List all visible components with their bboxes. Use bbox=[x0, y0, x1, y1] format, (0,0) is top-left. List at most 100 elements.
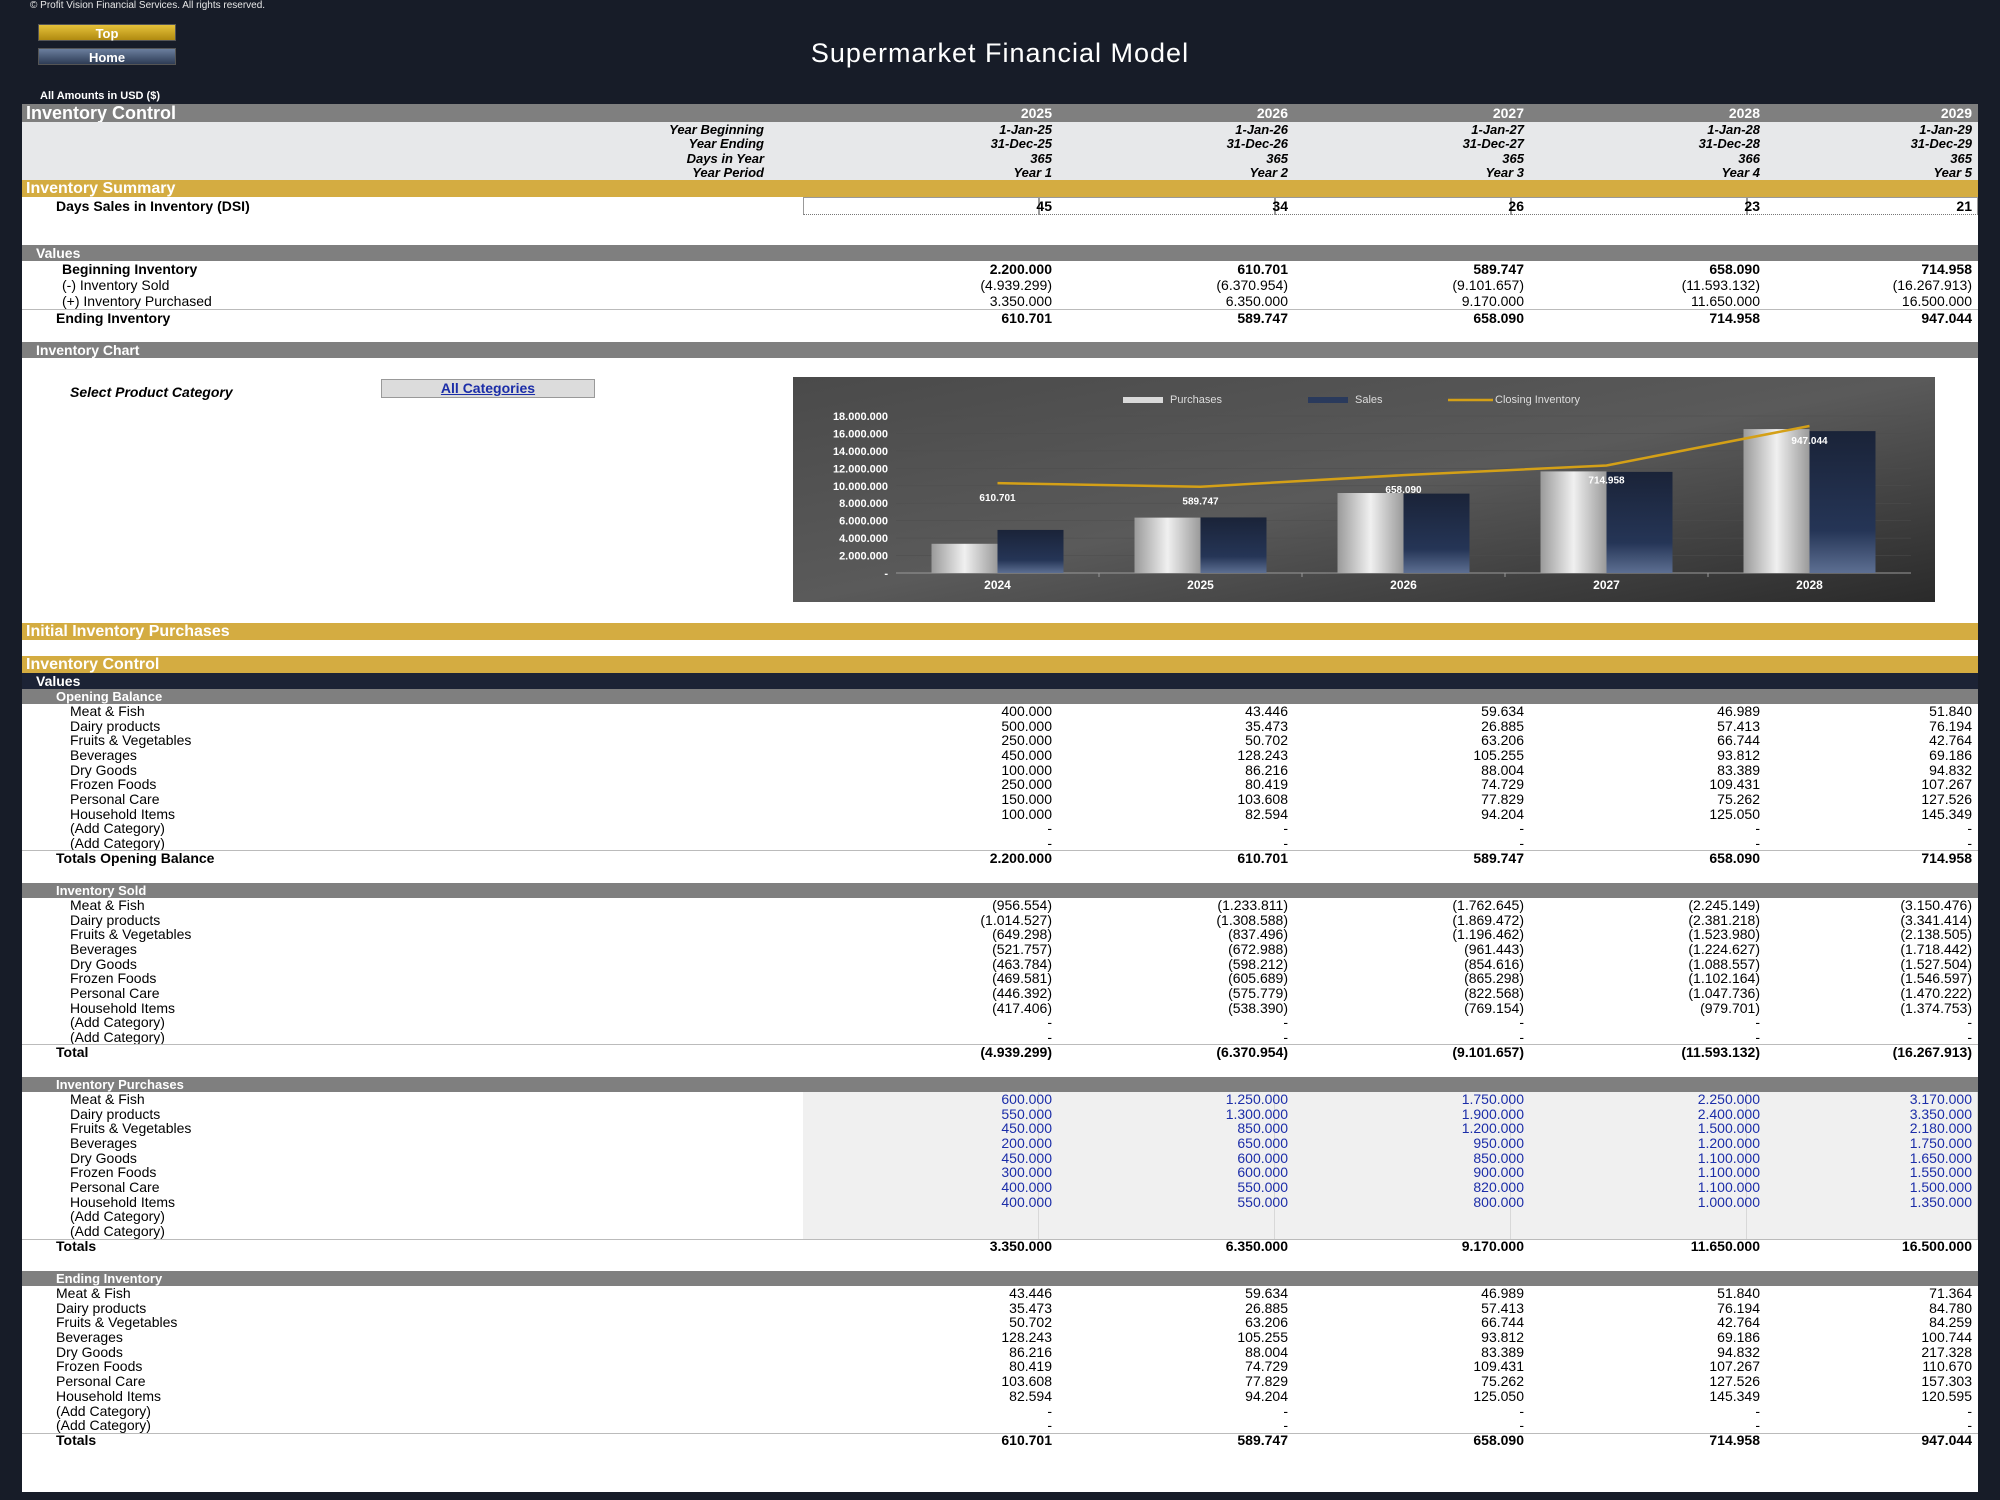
period-value: Year 1 bbox=[1013, 165, 1052, 181]
input-cell[interactable]: 400.000 bbox=[832, 1179, 1052, 1195]
value-cell: 16.500.000 bbox=[1901, 293, 1972, 309]
value-cell: 157.303 bbox=[1921, 1373, 1972, 1390]
input-cell[interactable]: 1.250.000 bbox=[1068, 1091, 1288, 1107]
input-cell[interactable]: 2.250.000 bbox=[1540, 1091, 1760, 1107]
input-cell[interactable]: 600.000 bbox=[832, 1091, 1052, 1107]
input-cell[interactable]: 3.170.000 bbox=[1776, 1091, 1972, 1107]
value-cell: - bbox=[1519, 1417, 1524, 1434]
input-cell[interactable]: 1.100.000 bbox=[1540, 1150, 1760, 1166]
value-cell: 35.473 bbox=[1245, 717, 1288, 734]
dsi-value[interactable]: 34 bbox=[1068, 198, 1288, 214]
value-cell: (1.762.645) bbox=[1452, 896, 1524, 913]
input-cell[interactable]: 1.650.000 bbox=[1776, 1150, 1972, 1166]
input-cell[interactable]: 550.000 bbox=[1068, 1179, 1288, 1195]
input-cell[interactable]: 600.000 bbox=[1068, 1164, 1288, 1180]
input-cell[interactable]: 1.750.000 bbox=[1304, 1091, 1524, 1107]
value-cell: 107.267 bbox=[1921, 776, 1972, 793]
summary-title: Inventory Summary bbox=[26, 179, 176, 197]
input-cell[interactable]: 1.500.000 bbox=[1776, 1179, 1972, 1195]
value-cell: (6.370.954) bbox=[1216, 277, 1288, 293]
value-cell: - bbox=[1519, 1402, 1524, 1419]
input-cell[interactable]: 450.000 bbox=[832, 1150, 1052, 1166]
input-cell[interactable]: 400.000 bbox=[832, 1194, 1052, 1210]
ending-row: Dairy products 35.473 26.885 57.413 76.194 84… bbox=[22, 1300, 1978, 1316]
value-cell: 217.328 bbox=[1921, 1343, 1972, 1360]
input-cell[interactable]: 800.000 bbox=[1304, 1194, 1524, 1210]
total-label: Totals Opening Balance bbox=[56, 850, 215, 867]
input-cell[interactable]: 1.200.000 bbox=[1540, 1135, 1760, 1151]
category-label: (Add Category) bbox=[70, 835, 165, 852]
category-dropdown[interactable]: All Categories bbox=[381, 379, 595, 398]
value-cell: 26.885 bbox=[1481, 717, 1524, 734]
dsi-value[interactable]: 23 bbox=[1540, 198, 1760, 214]
period-value: 31-Dec-25 bbox=[990, 136, 1052, 152]
total-cell: 16.500.000 bbox=[1901, 1238, 1972, 1255]
y-tick-label: 6.000.000 bbox=[839, 516, 888, 528]
input-cell[interactable]: 3.350.000 bbox=[1776, 1106, 1972, 1122]
input-cell[interactable]: 1.500.000 bbox=[1540, 1120, 1760, 1136]
values-row: (+) Inventory Purchased 3.350.000 6.350.00… bbox=[22, 293, 1978, 309]
period-value: 365 bbox=[1030, 150, 1052, 166]
value-cell: (1.233.811) bbox=[1217, 896, 1288, 913]
value-cell: (961.443) bbox=[1464, 940, 1524, 957]
period-value: 365 bbox=[1266, 150, 1288, 166]
input-cell[interactable]: 1.350.000 bbox=[1776, 1194, 1972, 1210]
input-cell[interactable]: 820.000 bbox=[1304, 1179, 1524, 1195]
ending-row: Meat & Fish 43.446 59.634 46.989 51.840 71.36… bbox=[22, 1285, 1978, 1301]
input-cell[interactable]: 300.000 bbox=[832, 1164, 1052, 1180]
input-cell[interactable]: 600.000 bbox=[1068, 1150, 1288, 1166]
value-cell: - bbox=[1755, 1417, 1760, 1434]
input-cell[interactable]: 550.000 bbox=[1068, 1194, 1288, 1210]
value-cell: 127.526 bbox=[1921, 790, 1972, 807]
input-cell[interactable]: 1.300.000 bbox=[1068, 1106, 1288, 1122]
dsi-value[interactable]: 21 bbox=[1776, 198, 1972, 214]
category-label: Household Items bbox=[70, 1193, 176, 1210]
value-cell: 658.090 bbox=[1473, 309, 1524, 326]
values-row-label: (-) Inventory Sold bbox=[62, 277, 170, 293]
input-cell[interactable]: 850.000 bbox=[1304, 1150, 1524, 1166]
value-cell: (2.245.149) bbox=[1688, 896, 1760, 913]
input-cell[interactable]: 1.200.000 bbox=[1304, 1120, 1524, 1136]
ending-row: Personal Care 103.608 77.829 75.262 127.526 1… bbox=[22, 1373, 1978, 1390]
ending-row: (Add Category) - - - - - bbox=[22, 1417, 1978, 1434]
input-cell[interactable]: 1.550.000 bbox=[1776, 1164, 1972, 1180]
value-cell: 714.958 bbox=[1921, 261, 1972, 277]
dsi-value[interactable]: 26 bbox=[1304, 198, 1524, 214]
value-cell: 947.044 bbox=[1921, 309, 1972, 326]
value-cell: (854.616) bbox=[1464, 955, 1524, 972]
input-cell[interactable]: 950.000 bbox=[1304, 1135, 1524, 1151]
input-cell[interactable]: 850.000 bbox=[1068, 1120, 1288, 1136]
period-value: 31-Dec-28 bbox=[1698, 136, 1760, 152]
category-label: Personal Care bbox=[70, 985, 160, 1002]
input-cell[interactable]: 1.750.000 bbox=[1776, 1135, 1972, 1151]
amounts-note: All Amounts in USD ($) bbox=[40, 90, 160, 102]
input-cell[interactable]: 1.100.000 bbox=[1540, 1164, 1760, 1180]
input-cell[interactable]: 450.000 bbox=[832, 1120, 1052, 1136]
input-cell[interactable]: 1.100.000 bbox=[1540, 1179, 1760, 1195]
value-cell: 145.349 bbox=[1709, 1387, 1760, 1404]
value-cell: 125.050 bbox=[1709, 805, 1760, 822]
input-cell[interactable]: 2.180.000 bbox=[1776, 1120, 1972, 1136]
total-cell: 610.701 bbox=[1237, 850, 1288, 867]
category-label: Dry Goods bbox=[70, 955, 137, 972]
dsi-value[interactable]: 45 bbox=[832, 198, 1052, 214]
sales-bar bbox=[1606, 471, 1673, 573]
value-cell: 94.832 bbox=[1929, 761, 1972, 778]
data-label: 714.958 bbox=[1588, 475, 1625, 486]
value-cell: 93.812 bbox=[1481, 1329, 1524, 1346]
input-cell[interactable]: 650.000 bbox=[1068, 1135, 1288, 1151]
values-title: Values bbox=[36, 245, 81, 261]
sold-row: Fruits & Vegetables (649.298) (837.496) (1.… bbox=[22, 926, 1978, 942]
ending-total-row: Totals 610.701 589.747 658.090 714.958 947.04… bbox=[22, 1432, 1978, 1448]
value-cell: 500.000 bbox=[1001, 717, 1052, 734]
purchases-row: Frozen Foods 300.000 600.000 900.000 1.100.0… bbox=[22, 1164, 1978, 1180]
input-cell[interactable]: 200.000 bbox=[832, 1135, 1052, 1151]
input-cell[interactable]: 1.900.000 bbox=[1304, 1106, 1524, 1122]
input-cell[interactable]: 1.000.000 bbox=[1540, 1194, 1760, 1210]
value-cell: 66.744 bbox=[1481, 1314, 1524, 1331]
ending-row: (Add Category) - - - - - bbox=[22, 1402, 1978, 1419]
input-cell[interactable]: 900.000 bbox=[1304, 1164, 1524, 1180]
input-cell[interactable]: 2.400.000 bbox=[1540, 1106, 1760, 1122]
ending-subtitle: Ending Inventory bbox=[56, 1270, 163, 1286]
input-cell[interactable]: 550.000 bbox=[832, 1106, 1052, 1122]
